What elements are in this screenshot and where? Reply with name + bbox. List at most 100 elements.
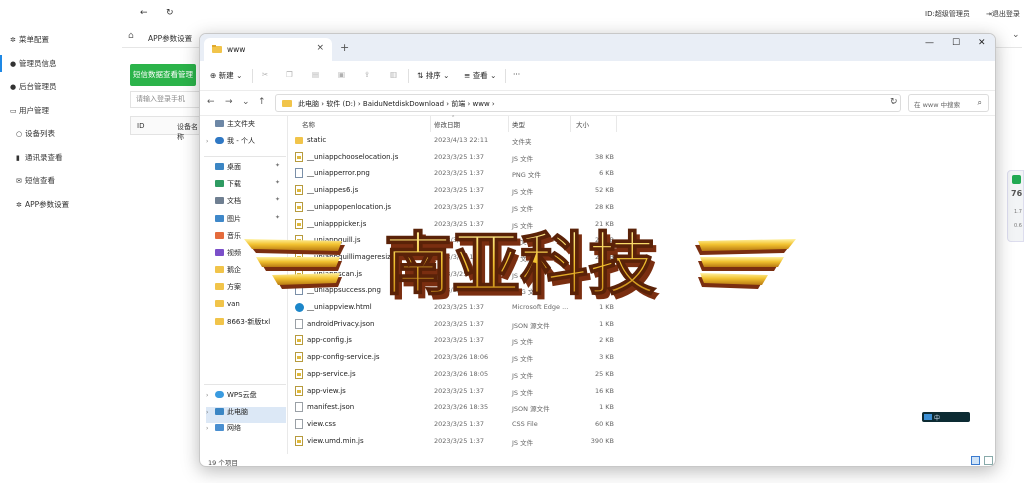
more-options-button[interactable]: ··· bbox=[513, 70, 520, 79]
sidebar-item-backend-admin[interactable]: ● 后台管理员 bbox=[0, 75, 118, 99]
tab-scroll-right-icon[interactable]: ⌄ bbox=[1012, 30, 1020, 40]
nav-label: 下载 bbox=[227, 180, 241, 189]
nav-item-wps[interactable]: › WPS云盘 bbox=[206, 390, 286, 406]
new-button[interactable]: ⊕ 新建 ⌄ bbox=[210, 70, 242, 81]
title-bar: www × + — ☐ ✕ bbox=[200, 34, 995, 61]
up-icon[interactable]: ↑ bbox=[258, 97, 266, 107]
minimize-icon[interactable]: — bbox=[925, 38, 934, 48]
search-icon: ⌕ bbox=[977, 98, 982, 107]
file-row[interactable]: __uniappes6.js 2023/3/25 1:37 JS 文件 52 KB bbox=[288, 182, 995, 199]
view-button[interactable]: ≡ 查看 ⌄ bbox=[464, 70, 496, 81]
nav-label: 主文件夹 bbox=[227, 120, 255, 128]
chevron-right-icon: › bbox=[206, 425, 209, 432]
forward-icon[interactable]: → bbox=[225, 97, 233, 107]
search-input[interactable]: 在 www 中搜索 ⌕ bbox=[908, 94, 989, 112]
system-monitor-widget[interactable]: 76 1.7 0.6 bbox=[1007, 170, 1024, 242]
tab-www[interactable]: www × bbox=[204, 38, 332, 61]
divider[interactable] bbox=[616, 116, 617, 132]
file-row[interactable]: app-view.js 2023/3/25 1:37 JS 文件 16 KB bbox=[288, 383, 995, 400]
refresh-icon[interactable]: ↻ bbox=[166, 8, 174, 18]
divider[interactable] bbox=[430, 116, 431, 132]
folder-icon bbox=[215, 299, 224, 307]
nav-label: 网络 bbox=[227, 424, 241, 432]
sidebar-item-menu-config[interactable]: ✲ 菜单配置 bbox=[0, 28, 118, 52]
divider[interactable] bbox=[570, 116, 571, 132]
file-size: 60 KB bbox=[594, 419, 614, 428]
sms-data-button[interactable]: 短信数据查看管理 bbox=[130, 64, 196, 86]
file-row[interactable]: app-config.js 2023/3/25 1:37 JS 文件 2 KB bbox=[288, 332, 995, 349]
file-row[interactable]: app-service.js 2023/3/26 18:05 JS 文件 25 KB bbox=[288, 366, 995, 383]
gear-icon: ✲ bbox=[16, 200, 22, 209]
file-row[interactable]: manifest.json 2023/3/26 18:35 JSON 源文件 1 KB bbox=[288, 399, 995, 416]
rename-icon[interactable]: ▣ bbox=[338, 70, 345, 79]
column-header-size[interactable]: 大小 bbox=[576, 119, 589, 129]
file-name: app-service.js bbox=[307, 369, 356, 378]
file-date: 2023/3/25 1:37 bbox=[434, 152, 484, 161]
nav-item-pinned[interactable]: 文档 ✦ bbox=[206, 196, 286, 212]
maximize-icon[interactable]: ☐ bbox=[952, 38, 960, 48]
sidebar-item-label: 菜单配置 bbox=[19, 35, 49, 44]
back-icon[interactable]: ← bbox=[207, 97, 215, 107]
column-header-name[interactable]: 名称 bbox=[302, 119, 315, 129]
new-tab-icon[interactable]: + bbox=[340, 41, 349, 54]
details-view-icon[interactable] bbox=[971, 456, 980, 465]
copy-icon[interactable]: ❐ bbox=[286, 70, 293, 79]
refresh-icon[interactable]: ↻ bbox=[890, 97, 898, 107]
folder-icon bbox=[215, 231, 224, 239]
column-header-date[interactable]: 修改日期 bbox=[434, 119, 460, 129]
cut-icon[interactable]: ✂ bbox=[262, 70, 268, 79]
sidebar-item-app-settings[interactable]: ✲ APP参数设置 bbox=[0, 193, 118, 217]
file-date: 2023/3/25 1:37 bbox=[434, 202, 484, 211]
close-window-icon[interactable]: ✕ bbox=[978, 38, 986, 48]
recent-dropdown-icon[interactable]: ⌄ bbox=[242, 97, 250, 107]
nav-item-this-pc[interactable]: › 此电脑 bbox=[206, 407, 286, 423]
file-row[interactable]: app-config-service.js 2023/3/26 18:06 JS 文… bbox=[288, 349, 995, 366]
floating-toolbar-badge[interactable]: 中 bbox=[922, 412, 970, 422]
sidebar-item-sms[interactable]: ✉ 短信查看 bbox=[0, 169, 118, 193]
divider[interactable] bbox=[508, 116, 509, 132]
sidebar-item-device-list[interactable]: ○ 设备列表 bbox=[0, 122, 118, 146]
view-icon: ≡ bbox=[464, 71, 471, 80]
brand-logo-overlay: 南亚科技 南亚科技 bbox=[244, 225, 796, 310]
sidebar-item-admin-info[interactable]: ● 管理员信息 bbox=[0, 52, 118, 76]
file-row[interactable]: view.css 2023/3/25 1:37 CSS File 60 KB bbox=[288, 416, 995, 433]
divider bbox=[204, 156, 286, 157]
nav-item-home[interactable]: 主文件夹 bbox=[206, 119, 286, 135]
file-type: JS 文件 bbox=[512, 388, 534, 397]
file-type: CSS File bbox=[512, 419, 538, 428]
address-bar[interactable]: 此电脑 › 软件 (D:) › BaiduNetdiskDownload › 前… bbox=[275, 94, 901, 112]
logout-link[interactable]: ⇥退出登录 bbox=[986, 9, 1020, 19]
tab-app-settings[interactable]: APP参数设置 bbox=[148, 33, 192, 44]
sidebar-item-contacts[interactable]: ▮ 通讯录查看 bbox=[0, 146, 118, 170]
file-row[interactable]: __uniappchooselocation.js 2023/3/25 1:37 J… bbox=[288, 149, 995, 166]
phone-search-input[interactable]: 请输入登录手机 bbox=[130, 91, 200, 108]
file-row[interactable]: view.umd.min.js 2023/3/25 1:37 JS 文件 390 KB bbox=[288, 433, 995, 450]
sort-button[interactable]: ⇅ 排序 ⌄ bbox=[417, 70, 449, 81]
file-row[interactable]: static 2023/4/13 22:11 文件夹 bbox=[288, 132, 995, 149]
pin-icon[interactable]: ✦ bbox=[275, 162, 280, 169]
nav-item-network[interactable]: › 网络 bbox=[206, 423, 286, 439]
js-file-icon bbox=[295, 335, 303, 346]
folder-icon bbox=[215, 180, 224, 188]
home-icon[interactable]: ⌂ bbox=[128, 31, 134, 41]
folder-file-icon bbox=[295, 137, 303, 144]
js-file-icon bbox=[295, 352, 303, 363]
nav-item-pinned[interactable]: 下载 ✦ bbox=[206, 179, 286, 195]
nav-item-onedrive[interactable]: › 我 - 个人 bbox=[206, 136, 286, 152]
file-size: 25 KB bbox=[594, 369, 614, 378]
tiles-view-icon[interactable] bbox=[984, 456, 993, 465]
nav-item-pinned[interactable]: 桌面 ✦ bbox=[206, 162, 286, 178]
file-row[interactable]: __uniappopenlocation.js 2023/3/25 1:37 JS … bbox=[288, 199, 995, 216]
close-tab-icon[interactable]: × bbox=[316, 43, 324, 53]
sidebar-item-user-management[interactable]: ▭ 用户管理 bbox=[0, 99, 118, 123]
file-row[interactable]: __uniapperror.png 2023/3/25 1:37 PNG 文件 6 K… bbox=[288, 165, 995, 182]
pin-icon[interactable]: ✦ bbox=[275, 196, 280, 203]
delete-icon[interactable]: ▥ bbox=[390, 70, 397, 79]
paste-icon[interactable]: ▤ bbox=[312, 70, 319, 79]
address-bar-row: ← → ⌄ ↑ 此电脑 › 软件 (D:) › BaiduNetdiskDown… bbox=[200, 91, 995, 116]
breadcrumb[interactable]: 此电脑 › 软件 (D:) › BaiduNetdiskDownload › 前… bbox=[298, 99, 495, 109]
column-header-type[interactable]: 类型 bbox=[512, 119, 525, 129]
pin-icon[interactable]: ✦ bbox=[275, 179, 280, 186]
share-icon[interactable]: ⇪ bbox=[364, 70, 370, 79]
arrow-left-icon[interactable]: ← bbox=[140, 8, 148, 18]
